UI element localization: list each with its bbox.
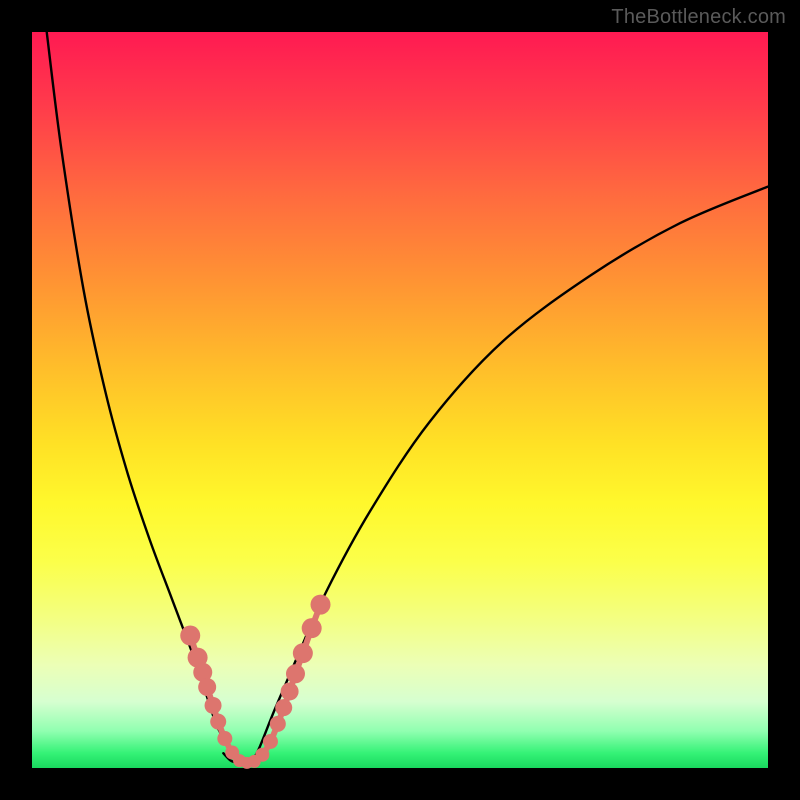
bead-dot [281,682,299,700]
curve-layer [32,32,768,768]
curve-left-curve [47,32,238,761]
bead-dot [286,664,305,683]
bead-dot [255,748,269,762]
curve-right-curve [253,187,768,761]
bead-dot [302,618,322,638]
attribution-text: TheBottleneck.com [611,6,786,29]
bead-dot [205,697,222,714]
bead-dot [263,734,278,749]
bead-dot [293,643,313,663]
chart-stage: TheBottleneck.com [0,0,800,800]
bead-dot [311,595,331,615]
bead-dot [275,699,292,716]
plot-area [32,32,768,768]
bead-dot [270,716,286,732]
bead-dot [180,626,200,646]
bead-dot [210,714,226,730]
bead-dot [198,678,216,696]
bead-dot [217,731,232,746]
